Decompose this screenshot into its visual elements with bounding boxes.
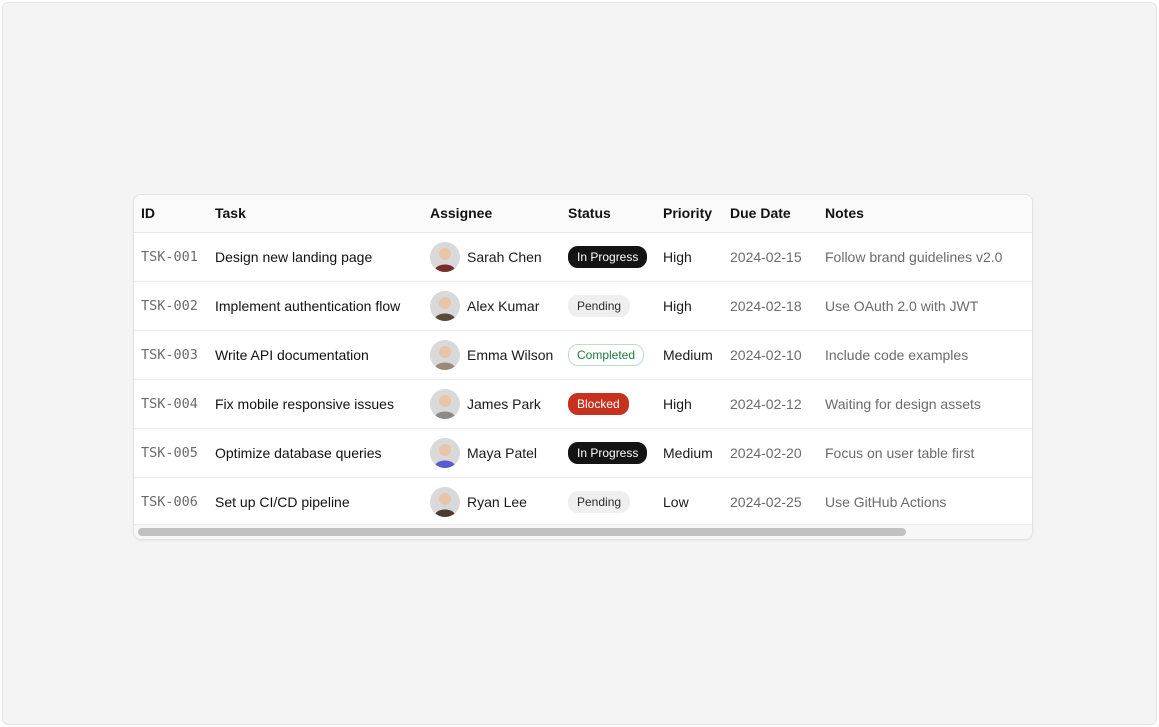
task-title: Optimize database queries [208, 428, 423, 478]
status-badge: Completed [568, 343, 645, 366]
column-header-task[interactable]: Task [208, 195, 423, 233]
task-table-card: ID Task Assignee Status Priority Due Dat… [133, 194, 1033, 540]
assignee-name: Emma Wilson [467, 346, 554, 363]
avatar-sarah-chen [430, 241, 460, 272]
priority: Medium [656, 330, 723, 380]
notes: Focus on user table first [818, 428, 1032, 478]
status-cell: Completed [561, 330, 656, 380]
assignee: Ryan Lee [430, 486, 561, 517]
status-cell: In Progress [561, 232, 656, 282]
status-badge: Pending [568, 490, 631, 513]
assignee-name: Maya Patel [467, 444, 538, 461]
column-header-status[interactable]: Status [561, 195, 656, 233]
assignee: Maya Patel [430, 437, 561, 468]
table-row[interactable]: TSK-004 Fix mobile responsive issues Jam… [134, 379, 1032, 429]
assignee-name: James Park [467, 395, 541, 412]
status-cell: In Progress [561, 428, 656, 478]
task-id: TSK-002 [134, 281, 208, 331]
assignee-cell: Sarah Chen [423, 232, 561, 282]
avatar-maya-patel [430, 437, 460, 468]
assignee-cell: Maya Patel [423, 428, 561, 478]
status-cell: Pending [561, 281, 656, 331]
notes: Waiting for design assets [818, 379, 1032, 429]
column-header-priority[interactable]: Priority [656, 195, 723, 233]
table-row[interactable]: TSK-002 Implement authentication flow Al… [134, 281, 1032, 331]
due-date: 2024-02-20 [723, 428, 818, 478]
horizontal-scrollbar[interactable] [134, 524, 1032, 539]
assignee: Sarah Chen [430, 241, 561, 272]
avatar-ryan-lee [430, 486, 460, 517]
priority: Medium [656, 428, 723, 478]
assignee-cell: Ryan Lee [423, 477, 561, 526]
avatar-emma-wilson [430, 339, 460, 370]
due-date: 2024-02-12 [723, 379, 818, 429]
task-table: ID Task Assignee Status Priority Due Dat… [134, 195, 1032, 526]
table-row[interactable]: TSK-001 Design new landing page Sarah Ch… [134, 232, 1032, 282]
notes: Use GitHub Actions [825, 493, 947, 510]
priority: High [656, 232, 723, 282]
task-id: TSK-003 [134, 330, 208, 380]
column-header-assignee[interactable]: Assignee [423, 195, 561, 233]
task-title: Write API documentation [208, 330, 423, 380]
page-frame: ID Task Assignee Status Priority Due Dat… [2, 2, 1157, 725]
task-id: TSK-006 [141, 493, 198, 510]
assignee-cell: James Park [423, 379, 561, 429]
due-date: 2024-02-18 [723, 281, 818, 331]
avatar-alex-kumar [430, 290, 460, 321]
table-row[interactable]: TSK-005 Optimize database queries Maya P… [134, 428, 1032, 478]
column-header-due-date[interactable]: Due Date [723, 195, 818, 233]
status-badge: Pending [568, 294, 631, 317]
priority: Low [663, 493, 689, 510]
assignee-name: Sarah Chen [467, 248, 542, 265]
assignee: Alex Kumar [430, 290, 561, 321]
task-id: TSK-001 [134, 232, 208, 282]
assignee-name: Alex Kumar [467, 297, 540, 314]
status-cell: Blocked [561, 379, 656, 429]
task-id: TSK-004 [134, 379, 208, 429]
task-title: Implement authentication flow [208, 281, 423, 331]
status-badge: In Progress [568, 245, 648, 268]
avatar-james-park [430, 388, 460, 419]
scrollbar-thumb[interactable] [138, 528, 906, 536]
assignee: James Park [430, 388, 561, 419]
due-date: 2024-02-10 [723, 330, 818, 380]
assignee-cell: Alex Kumar [423, 281, 561, 331]
priority: High [656, 379, 723, 429]
notes: Follow brand guidelines v2.0 [818, 232, 1032, 282]
status-cell: Pending [561, 477, 656, 526]
priority: High [656, 281, 723, 331]
task-title: Set up CI/CD pipeline [215, 493, 350, 510]
column-header-id[interactable]: ID [134, 195, 208, 233]
task-title: Design new landing page [208, 232, 423, 282]
column-header-notes[interactable]: Notes [818, 195, 1032, 233]
notes: Use OAuth 2.0 with JWT [818, 281, 1032, 331]
notes: Include code examples [818, 330, 1032, 380]
status-badge: In Progress [568, 441, 648, 464]
task-id: TSK-005 [134, 428, 208, 478]
due-date: 2024-02-15 [723, 232, 818, 282]
table-row[interactable]: TSK-003 Write API documentation Emma Wil… [134, 330, 1032, 380]
task-title: Fix mobile responsive issues [208, 379, 423, 429]
assignee-name: Ryan Lee [467, 493, 527, 510]
table-header: ID Task Assignee Status Priority Due Dat… [134, 195, 1032, 233]
table-row[interactable]: TSK-006 Set up CI/CD pipeline Ryan Lee P… [134, 477, 1032, 526]
due-date: 2024-02-25 [730, 493, 802, 510]
status-badge: Blocked [568, 392, 629, 415]
assignee-cell: Emma Wilson [423, 330, 561, 380]
table-body: TSK-001 Design new landing page Sarah Ch… [134, 232, 1032, 526]
assignee: Emma Wilson [430, 339, 561, 370]
